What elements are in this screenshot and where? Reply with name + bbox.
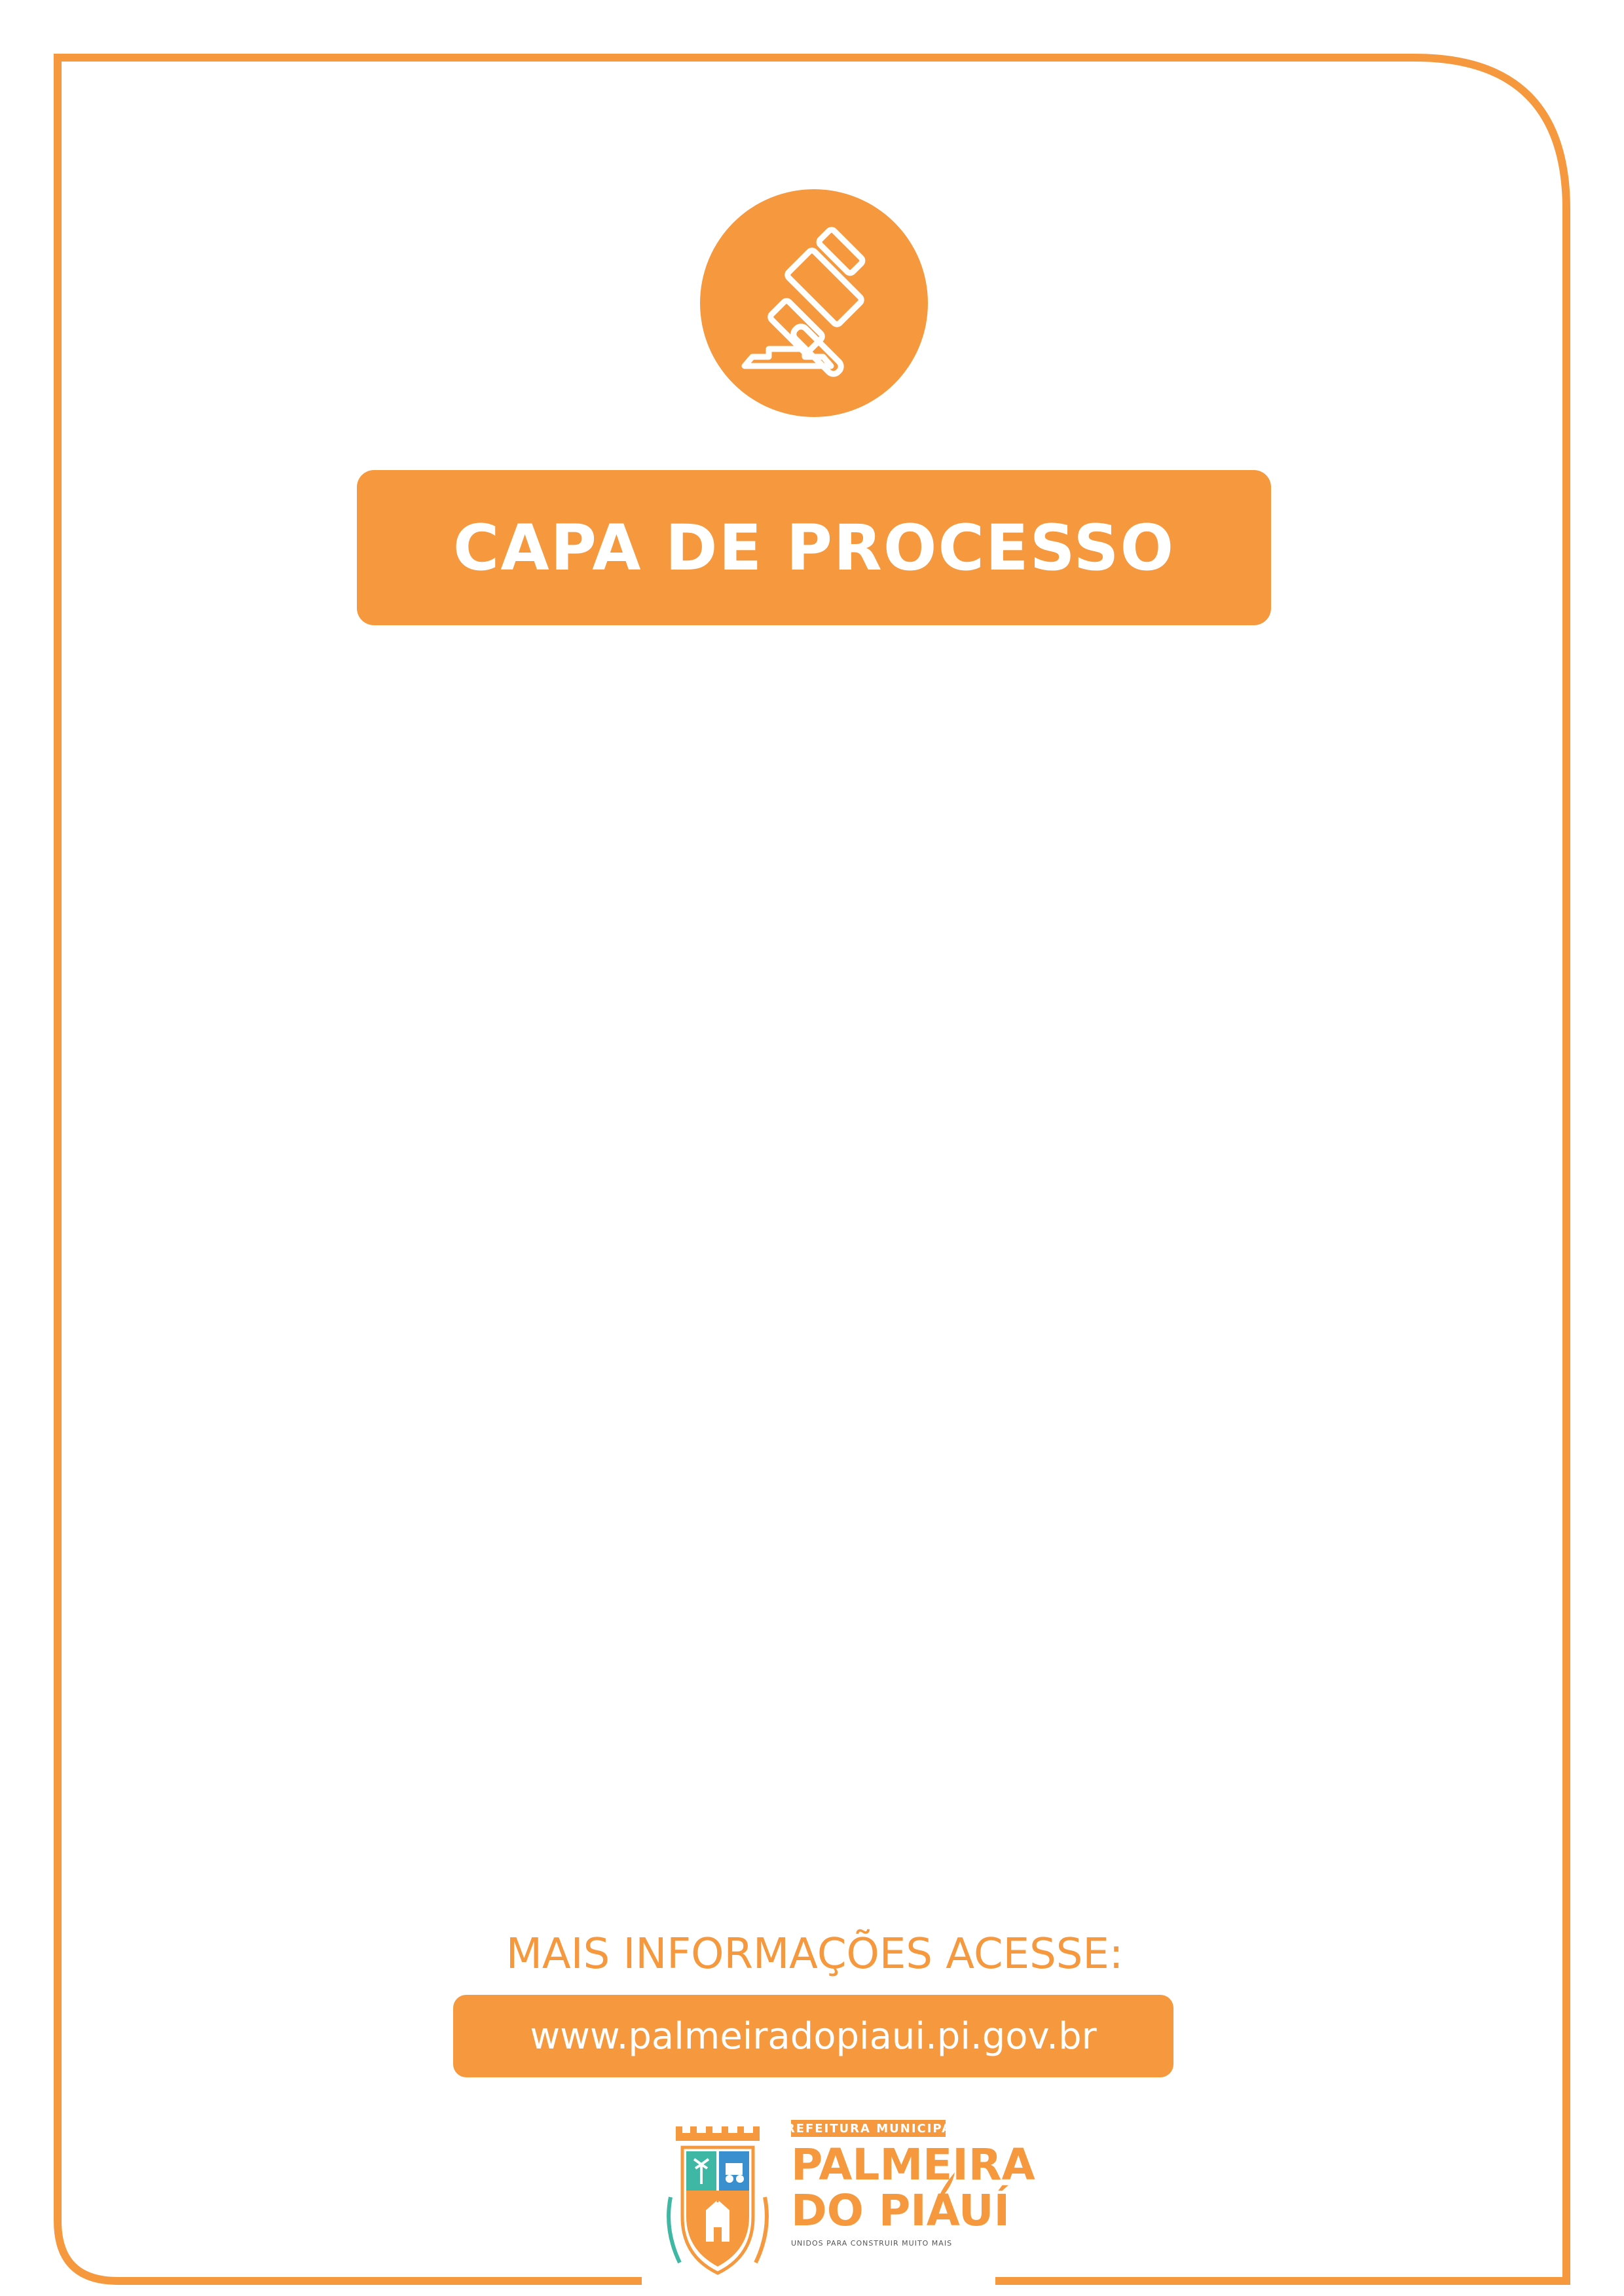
municipal-crest-icon: [667, 2126, 769, 2275]
info-label: MAIS INFORMAÇÕES ACESSE:: [506, 1930, 1124, 1978]
gavel-icon: [741, 227, 866, 377]
title-banner: CAPA DE PROCESSO: [357, 470, 1271, 625]
brand-tagline: UNIDOS PARA CONSTRUIR MUITO MAIS: [791, 2239, 953, 2248]
brand-name-line1: PALMEIRA: [791, 2140, 1035, 2190]
leaf-icon: [936, 2172, 955, 2202]
brand-name-line2: DO PIAUÍ: [791, 2185, 1010, 2236]
gavel-badge: [700, 189, 928, 417]
brand-top-band: PREFEITURA MUNICIPAL: [776, 2120, 959, 2137]
brand-logo: PREFEITURA MUNICIPAL PALMEIRA DO PIAUÍ U…: [776, 2119, 1035, 2282]
page-title: CAPA DE PROCESSO: [452, 511, 1175, 585]
website-url[interactable]: www.palmeiradopiaui.pi.gov.br: [530, 2015, 1096, 2058]
website-link[interactable]: www.palmeiradopiaui.pi.gov.br: [453, 1995, 1173, 2077]
